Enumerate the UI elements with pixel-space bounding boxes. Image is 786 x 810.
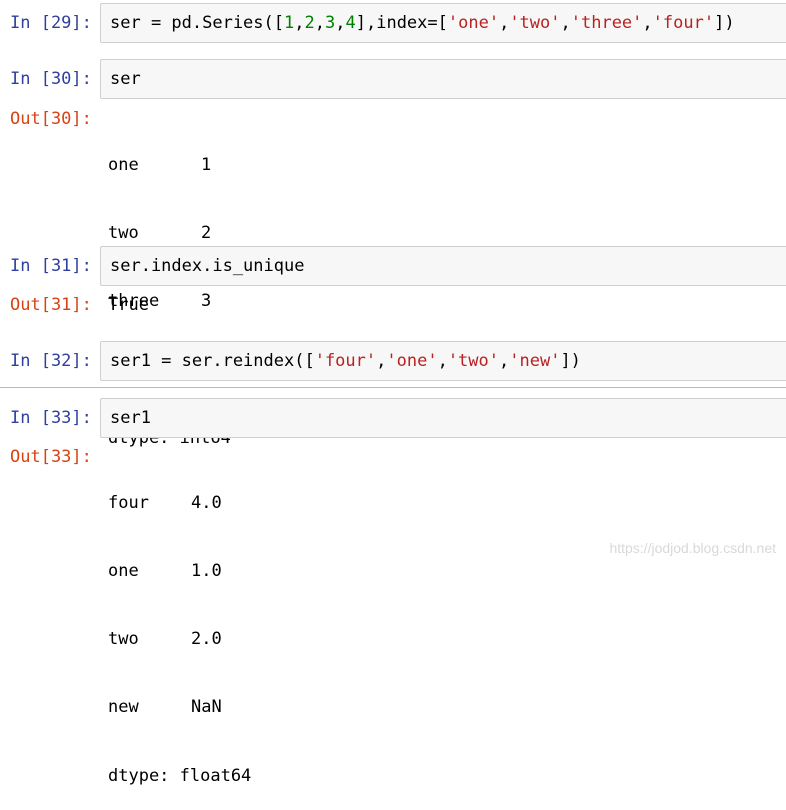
series-index: one bbox=[108, 560, 139, 581]
series-value: 1.0 bbox=[191, 560, 222, 581]
output-31: True bbox=[108, 295, 149, 315]
out-prompt-31: Out[31]: bbox=[10, 295, 92, 315]
series-dtype: dtype: float64 bbox=[108, 765, 252, 786]
series-value: 2 bbox=[201, 222, 212, 243]
out-prompt-33: Out[33]: bbox=[10, 447, 92, 467]
code-cell-30[interactable]: ser bbox=[100, 59, 786, 99]
code-cell-32[interactable]: ser1 = ser.reindex(['four','one','two','… bbox=[100, 341, 786, 381]
code-text-33: ser1 bbox=[110, 408, 151, 428]
series-index: four bbox=[108, 492, 149, 513]
series-row: one 1.0 bbox=[108, 560, 251, 583]
out-prompt-30: Out[30]: bbox=[10, 109, 92, 129]
series-value: 3 bbox=[201, 291, 212, 311]
series-value: NaN bbox=[191, 697, 222, 718]
series-row: two 2 bbox=[108, 222, 231, 245]
series-row: two 2.0 bbox=[108, 628, 251, 651]
series-index: new bbox=[108, 697, 139, 718]
code-text-32: ser1 = ser.reindex(['four','one','two','… bbox=[110, 351, 581, 371]
in-prompt-33: In [33]: bbox=[10, 408, 92, 428]
in-prompt-30: In [30]: bbox=[10, 69, 92, 89]
code-text-29: ser = pd.Series([1,2,3,4],index=['one','… bbox=[110, 13, 735, 33]
code-cell-31[interactable]: ser.index.is_unique bbox=[100, 246, 786, 286]
series-value: 1 bbox=[201, 154, 212, 175]
watermark: https://jodjod.blog.csdn.net bbox=[609, 540, 776, 556]
in-prompt-29: In [29]: bbox=[10, 13, 92, 33]
series-value: 4.0 bbox=[191, 492, 222, 513]
output-33: four 4.0 one 1.0 two 2.0 new NaN dtype: floa… bbox=[108, 446, 251, 810]
code-text-30: ser bbox=[110, 69, 141, 89]
series-index: two bbox=[108, 629, 139, 649]
series-index: two bbox=[108, 222, 139, 243]
cell-separator bbox=[0, 387, 786, 388]
series-row: new NaN bbox=[108, 696, 251, 719]
series-value: 2.0 bbox=[191, 629, 222, 649]
series-row: one 1 bbox=[108, 154, 231, 177]
in-prompt-32: In [32]: bbox=[10, 351, 92, 371]
code-text-31: ser.index.is_unique bbox=[110, 256, 305, 276]
in-prompt-31: In [31]: bbox=[10, 256, 92, 276]
series-index: one bbox=[108, 154, 139, 175]
series-row: four 4.0 bbox=[108, 492, 251, 515]
code-cell-33[interactable]: ser1 bbox=[100, 398, 786, 438]
code-cell-29[interactable]: ser = pd.Series([1,2,3,4],index=['one','… bbox=[100, 3, 786, 43]
